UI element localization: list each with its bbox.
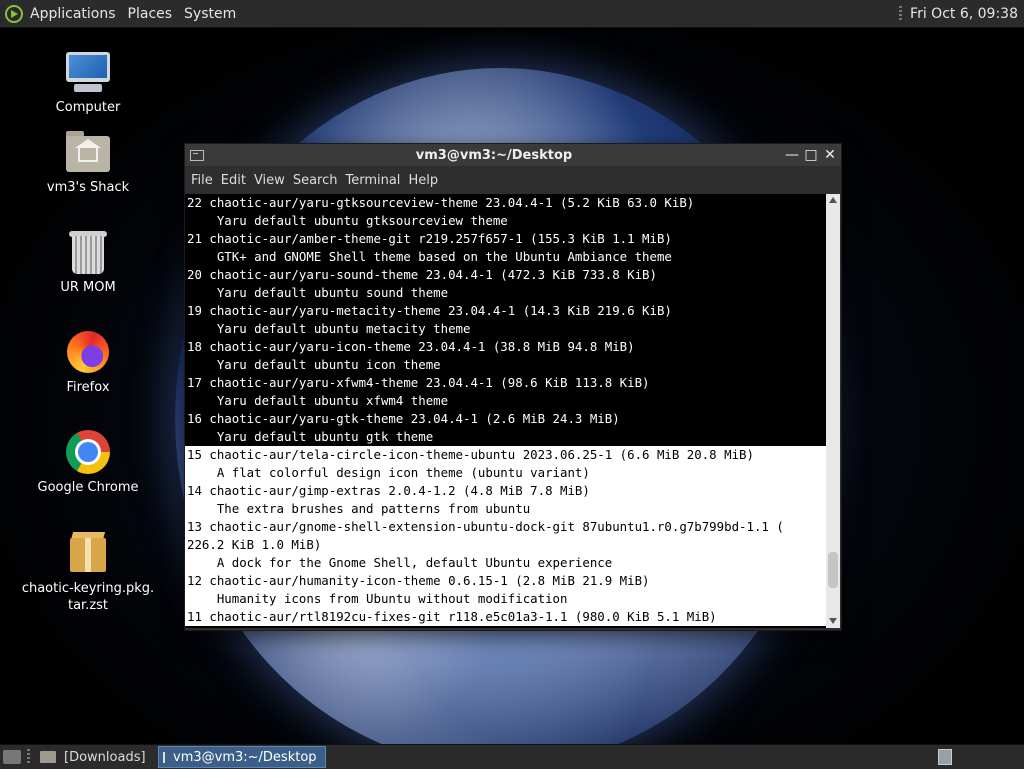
terminal-output[interactable]: 22 chaotic-aur/yaru-gtksourceview-theme … <box>185 194 826 628</box>
bottom-panel: [Downloads] vm3@vm3:~/Desktop <box>0 744 1024 769</box>
terminal-icon <box>162 751 166 763</box>
package-icon <box>64 528 112 576</box>
menu-file[interactable]: File <box>191 173 213 188</box>
menu-terminal[interactable]: Terminal <box>345 173 400 188</box>
clock[interactable]: Fri Oct 6, 09:38 <box>910 6 1018 22</box>
terminal-line: 22 chaotic-aur/yaru-gtksourceview-theme … <box>185 194 826 212</box>
desktop-icon-package[interactable]: chaotic-keyring.pkg. tar.zst <box>18 528 158 614</box>
window-title: vm3@vm3:~/Desktop <box>415 147 573 163</box>
terminal-line: GTK+ and GNOME Shell theme based on the … <box>185 248 826 266</box>
chrome-icon <box>64 428 112 476</box>
menu-view[interactable]: View <box>254 173 285 188</box>
desktop-icon-label: Firefox <box>66 380 110 395</box>
trash-icon <box>64 228 112 276</box>
places-menu[interactable]: Places <box>128 6 173 22</box>
window-titlebar[interactable]: vm3@vm3:~/Desktop — □ ✕ <box>185 144 841 166</box>
terminal-line: A flat colorful design icon theme (ubunt… <box>185 464 826 482</box>
terminal-scrollbar[interactable] <box>826 194 840 628</box>
terminal-line: 18 chaotic-aur/yaru-icon-theme 23.04.4-1… <box>185 338 826 356</box>
desktop-icon-label: Google Chrome <box>37 480 139 495</box>
taskbar-item-terminal[interactable]: vm3@vm3:~/Desktop <box>157 746 326 768</box>
terminal-line: Yaru default ubuntu sound theme <box>185 284 826 302</box>
taskbar-item-label: vm3@vm3:~/Desktop <box>173 749 317 765</box>
home-folder-icon <box>64 128 112 176</box>
terminal-line: 16 chaotic-aur/yaru-gtk-theme 23.04.4-1 … <box>185 410 826 428</box>
terminal-line: 17 chaotic-aur/yaru-xfwm4-theme 23.04.4-… <box>185 374 826 392</box>
terminal-line: 11 chaotic-aur/rtl8192cu-fixes-git r118.… <box>185 608 826 626</box>
menu-help[interactable]: Help <box>408 173 438 188</box>
menu-search[interactable]: Search <box>293 173 338 188</box>
desktop-icon-label: chaotic-keyring.pkg. tar.zst <box>21 581 155 613</box>
distro-logo-icon[interactable] <box>5 4 23 23</box>
scroll-thumb[interactable] <box>828 552 838 588</box>
terminal-line: Yaru default ubuntu icon theme <box>185 356 826 374</box>
text-cursor-icon: Ⅲ <box>543 428 553 442</box>
terminal-line: 226.2 KiB 1.0 MiB) <box>185 536 826 554</box>
terminal-line: 19 chaotic-aur/yaru-metacity-theme 23.04… <box>185 302 826 320</box>
desktop-icon-label: vm3's Shack <box>46 180 130 195</box>
terminal-menubar: File Edit View Search Terminal Help <box>185 166 841 194</box>
desktop-icon-trash[interactable]: UR MOM <box>18 228 158 295</box>
terminal-line: Yaru default ubuntu gtksourceview theme <box>185 212 826 230</box>
menu-edit[interactable]: Edit <box>221 173 246 188</box>
folder-icon <box>40 751 56 763</box>
desktop-icon-firefox[interactable]: Firefox <box>18 328 158 395</box>
terminal-line: 15 chaotic-aur/tela-circle-icon-theme-ub… <box>185 446 826 464</box>
desktop-icon-home[interactable]: vm3's Shack <box>18 128 158 195</box>
terminal-line: The extra brushes and patterns from ubun… <box>185 500 826 518</box>
close-button[interactable]: ✕ <box>822 147 838 163</box>
taskbar-item-label: [Downloads] <box>64 749 146 765</box>
top-panel: Applications Places System Fri Oct 6, 09… <box>0 0 1024 28</box>
terminal-line: 12 chaotic-aur/humanity-icon-theme 0.6.1… <box>185 572 826 590</box>
taskbar-item-downloads[interactable]: [Downloads] <box>36 746 154 768</box>
system-menu[interactable]: System <box>184 6 236 22</box>
terminal-line: 14 chaotic-aur/gimp-extras 2.0.4-1.2 (4.… <box>185 482 826 500</box>
terminal-line: 13 chaotic-aur/gnome-shell-extension-ubu… <box>185 518 826 536</box>
minimize-button[interactable]: — <box>784 147 800 163</box>
firefox-icon <box>64 328 112 376</box>
terminal-line: Yaru default ubuntu metacity theme <box>185 320 826 338</box>
applications-menu[interactable]: Applications <box>30 6 116 22</box>
terminal-window[interactable]: vm3@vm3:~/Desktop — □ ✕ File Edit View S… <box>184 143 842 631</box>
scroll-down-arrow-icon[interactable] <box>829 618 837 624</box>
panel-separator <box>899 5 903 22</box>
desktop-icon-computer[interactable]: Computer <box>18 48 158 115</box>
scroll-up-arrow-icon[interactable] <box>829 197 837 203</box>
terminal-line: 21 chaotic-aur/amber-theme-git r219.257f… <box>185 230 826 248</box>
terminal-line: 20 chaotic-aur/yaru-sound-theme 23.04.4-… <box>185 266 826 284</box>
workspace-switcher[interactable] <box>938 749 952 765</box>
desktop-icon-label: UR MOM <box>60 280 116 295</box>
terminal-line: A dock for the Gnome Shell, default Ubun… <box>185 554 826 572</box>
maximize-button[interactable]: □ <box>803 147 819 163</box>
panel-separator <box>27 749 30 765</box>
desktop-icon-label: Computer <box>55 100 121 115</box>
computer-icon <box>64 48 112 96</box>
terminal-line: Yaru default ubuntu gtk theme <box>185 428 826 446</box>
desktop-icon-chrome[interactable]: Google Chrome <box>18 428 158 495</box>
terminal-line: Yaru default ubuntu xfwm4 theme <box>185 392 826 410</box>
terminal-line: Humanity icons from Ubuntu without modif… <box>185 590 826 608</box>
show-desktop-icon[interactable] <box>3 750 21 764</box>
terminal-icon[interactable] <box>190 149 204 161</box>
